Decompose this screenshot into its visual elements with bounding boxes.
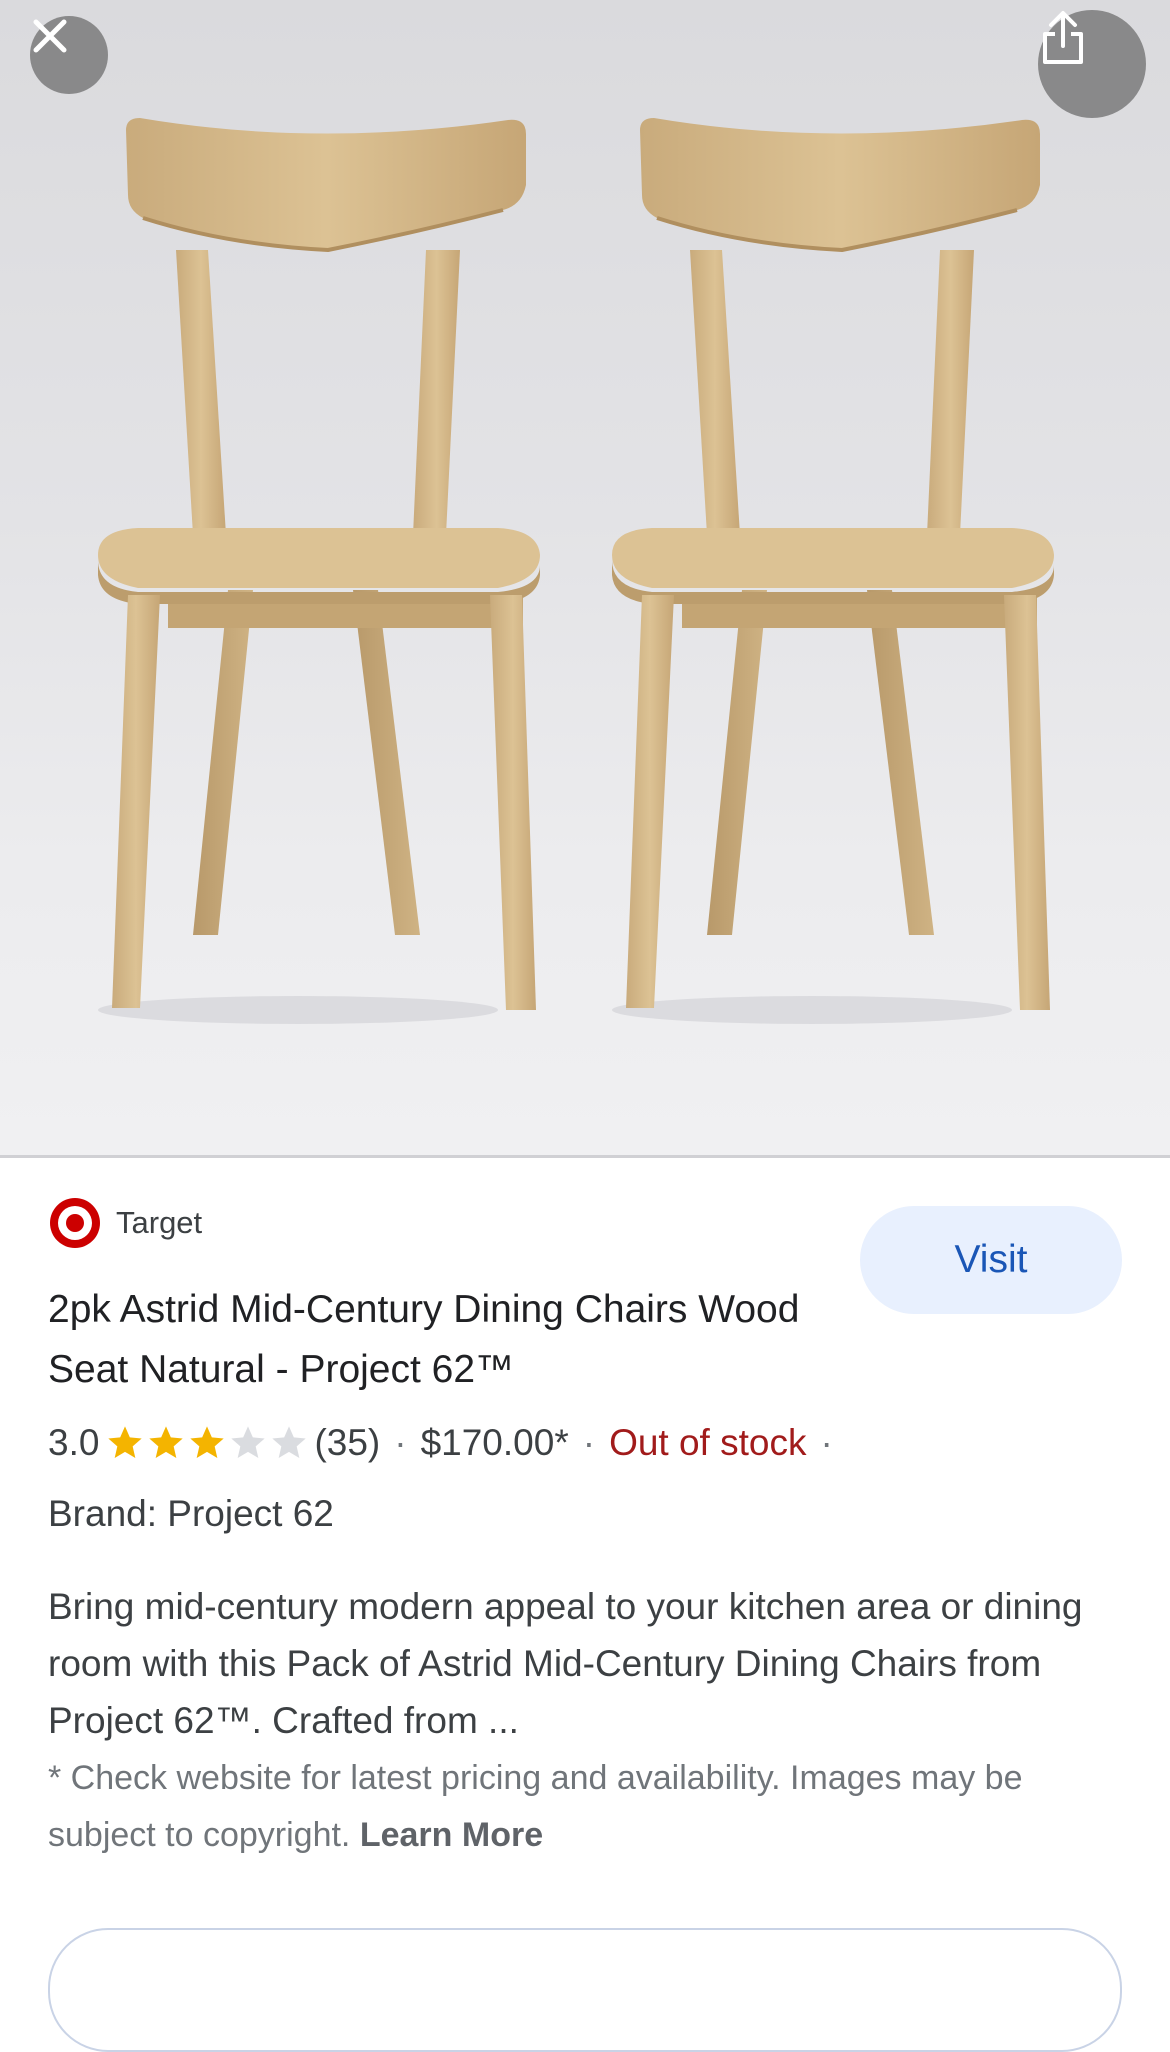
target-logo-icon	[50, 1198, 100, 1248]
rating-value: 3.0	[48, 1422, 100, 1463]
separator: ·	[582, 1422, 596, 1463]
product-description: Bring mid-century modern appeal to your …	[48, 1586, 1083, 1741]
stock-status: Out of stock	[609, 1422, 807, 1463]
separator: ·	[820, 1422, 833, 1463]
next-result-card[interactable]	[48, 1928, 1122, 2052]
star-filled-icon	[149, 1426, 184, 1458]
star-empty-icon	[231, 1426, 266, 1458]
product-info-panel: Target Visit 2pk Astrid Mid-Century Dini…	[0, 1158, 1170, 2052]
product-image[interactable]	[0, 0, 1170, 1155]
learn-more-link[interactable]: Learn More	[360, 1816, 543, 1854]
source-name: Target	[116, 1205, 203, 1240]
close-button[interactable]	[30, 16, 108, 94]
separator: ·	[394, 1422, 407, 1463]
source-row[interactable]: Target	[48, 1196, 202, 1250]
review-count[interactable]: (35)	[314, 1422, 380, 1464]
rating-price-row: 3.0 (35) · $170.00* · Out of stock ·	[48, 1418, 847, 1468]
price: $170.00*	[420, 1422, 569, 1463]
product-title[interactable]: 2pk Astrid Mid-Century Dining Chairs Woo…	[48, 1280, 808, 1400]
star-rating	[105, 1423, 310, 1463]
visit-button[interactable]: Visit	[860, 1206, 1122, 1314]
close-icon	[33, 19, 67, 53]
share-icon	[1043, 11, 1083, 64]
star-filled-icon	[190, 1426, 225, 1458]
disclaimer: * Check website for latest pricing and a…	[48, 1750, 1128, 1864]
star-filled-icon	[108, 1426, 143, 1458]
product-image-viewer	[0, 0, 1170, 1155]
brand-label: Brand: Project 62	[48, 1493, 334, 1534]
star-empty-icon	[272, 1426, 307, 1458]
share-button[interactable]	[1038, 10, 1146, 118]
